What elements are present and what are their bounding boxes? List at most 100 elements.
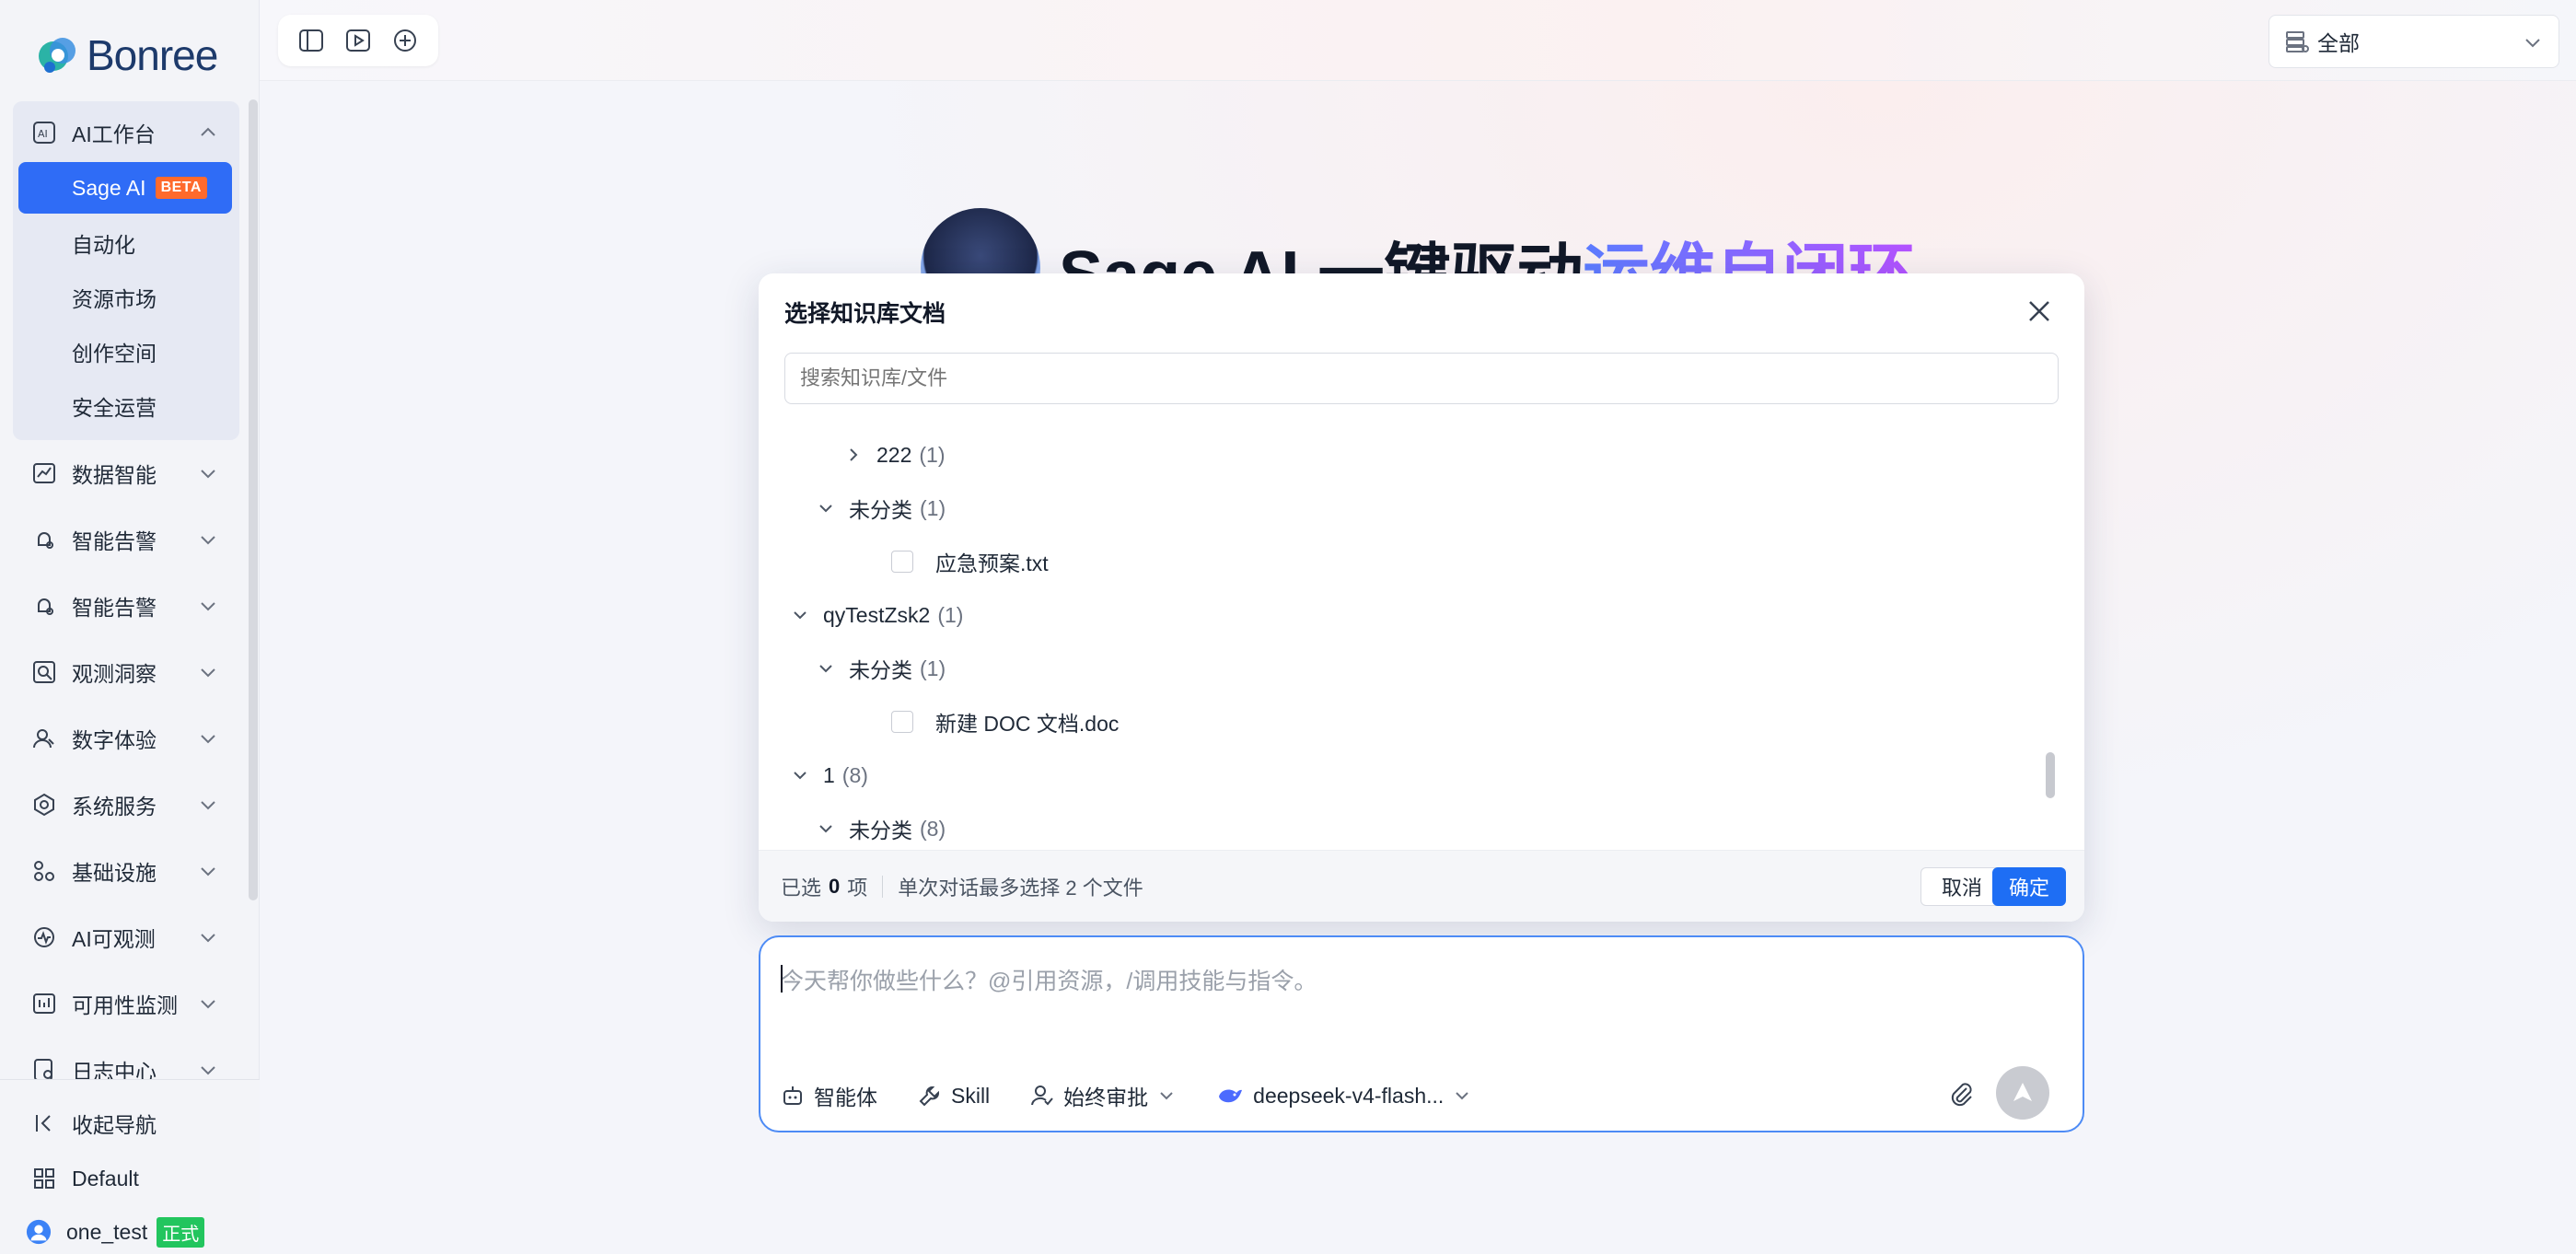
skill-label: Skill (951, 1083, 991, 1108)
chevron-down-icon (201, 1066, 215, 1075)
scope-select[interactable]: 全部 (2269, 15, 2559, 68)
tree-file[interactable]: 应急预案.txt (891, 539, 1049, 585)
tree-node-label: 1 (823, 762, 835, 787)
chevron-down-icon[interactable] (816, 658, 836, 679)
sidebar-item-sage-ai[interactable]: Sage AI BETA (18, 162, 232, 214)
selected-suffix: 项 (847, 876, 868, 900)
tree-scrollbar[interactable] (2046, 752, 2055, 798)
monitor-icon (31, 991, 57, 1016)
user-status-badge: 正式 (157, 1216, 205, 1248)
model-select[interactable]: deepseek-v4-flash... (1216, 1084, 1471, 1109)
nav-group-observability[interactable]: 观测洞察 (13, 646, 239, 698)
chevron-down-icon[interactable] (790, 765, 810, 785)
tree-node[interactable]: 1 (8) (790, 752, 868, 798)
nav-group-log-center[interactable]: 日志中心 (13, 1044, 239, 1079)
sidebar-item-label: 创作空间 (72, 342, 157, 366)
nav-group-label: AI工作台 (72, 122, 156, 146)
agent-label: 智能体 (814, 1086, 877, 1109)
tree-file[interactable]: 新建 DOC 文档.doc (891, 699, 1119, 745)
tree-node[interactable]: 未分类 (1) (816, 485, 946, 531)
avatar (26, 1219, 52, 1245)
send-arrow-icon (2013, 1083, 2032, 1101)
alert-bell-icon (31, 527, 57, 552)
close-icon[interactable] (2025, 297, 2053, 325)
play-video-icon[interactable] (342, 25, 374, 56)
new-chat-icon[interactable] (389, 25, 421, 56)
nav-group-ai-observability[interactable]: AI可观测 (13, 911, 239, 963)
model-label: deepseek-v4-flash... (1253, 1083, 1445, 1108)
chevron-right-icon[interactable] (843, 445, 864, 465)
sidebar-item-label: 自动化 (72, 233, 135, 257)
sidebar-item-creative-space[interactable]: 创作空间 (18, 326, 232, 377)
tree-node[interactable]: 未分类 (8) (816, 806, 946, 850)
cancel-button[interactable]: 取消 (1920, 867, 2003, 906)
nav-group-infrastructure[interactable]: 基础设施 (13, 845, 239, 897)
tree-node[interactable]: qyTestZsk2 (1) (790, 592, 963, 638)
chevron-down-icon (201, 470, 215, 479)
chevron-down-icon[interactable] (816, 498, 836, 518)
file-checkbox[interactable] (891, 711, 913, 733)
chevron-down-icon (201, 668, 215, 678)
nav-group-smart-alert[interactable]: 智能告警 (13, 514, 239, 565)
collapse-nav-button[interactable]: 收起导航 (31, 1100, 157, 1146)
tree-node[interactable]: 222 (1) (843, 432, 946, 478)
tree-node-count: (8) (920, 816, 946, 841)
nav-menu: AI AI工作台 Sage AI BETA 自动化 资源市场 创作空间 安全运营… (0, 94, 260, 1079)
approval-select[interactable]: 始终审批 (1030, 1080, 1176, 1111)
chevron-down-icon[interactable] (790, 605, 810, 625)
chevron-down-icon (201, 1000, 215, 1009)
user-profile[interactable]: one_test 正式 (26, 1209, 205, 1254)
agent-button[interactable]: 智能体 (781, 1080, 877, 1111)
brand-logo[interactable]: Bonree (33, 28, 218, 83)
top-bar: 全部 (260, 0, 2576, 81)
toggle-sidebar-icon[interactable] (296, 25, 327, 56)
nav-group-label: 智能告警 (72, 596, 157, 620)
tree-node-label: 未分类 (849, 498, 912, 522)
nav-scrollbar[interactable] (249, 99, 258, 900)
nav-group-label: 可用性监测 (72, 993, 178, 1017)
chevron-down-icon[interactable] (816, 819, 836, 839)
top-toolbar (278, 15, 438, 66)
log-file-icon (31, 1057, 57, 1079)
tree-node-count: (1) (919, 442, 946, 467)
workspace-label: Default (72, 1166, 139, 1190)
nav-group-digital-experience[interactable]: 数字体验 (13, 713, 239, 764)
user-experience-icon (31, 726, 57, 751)
nav-group-availability[interactable]: 可用性监测 (13, 978, 239, 1029)
chevron-down-icon (201, 602, 215, 611)
user-name: one_test (66, 1219, 148, 1244)
sidebar-item-resource-market[interactable]: 资源市场 (18, 272, 232, 323)
footer-divider (882, 875, 884, 898)
tree-node-count: (8) (841, 762, 868, 787)
workspace-switcher[interactable]: Default (31, 1155, 139, 1202)
paperclip-icon[interactable] (1946, 1079, 1978, 1110)
collapse-left-icon (31, 1110, 57, 1136)
tree-node[interactable]: 未分类 (1) (816, 645, 946, 691)
tree-node-label: 未分类 (849, 819, 912, 842)
chevron-down-icon (201, 934, 215, 943)
nav-group-system-services[interactable]: 系统服务 (13, 779, 239, 830)
database-icon (2286, 31, 2309, 52)
nav-group-data-intelligence[interactable]: 数据智能 (13, 447, 239, 499)
nav-group-label: 智能告警 (72, 529, 157, 553)
ai-workbench-icon: AI (31, 120, 57, 145)
selected-count: 0 (829, 874, 841, 898)
chat-input-box[interactable]: 今天帮你做些什么？@引用资源，/调用技能与指令。 智能体 Skill 始终审批 … (759, 935, 2084, 1132)
nav-group-ai-workbench[interactable]: AI AI工作台 (13, 107, 239, 158)
tree-file-label: 应急预案.txt (935, 552, 1049, 575)
chat-toolbar: 智能体 Skill 始终审批 deepseek-v4-flash... (781, 1077, 1471, 1114)
send-button[interactable] (1996, 1066, 2049, 1120)
sidebar-item-automation[interactable]: 自动化 (18, 217, 232, 269)
sidebar-item-label: Sage AI (72, 175, 146, 200)
skill-button[interactable]: Skill (918, 1084, 990, 1109)
tree-node-count: (1) (920, 656, 946, 680)
alert-bell-icon (31, 593, 57, 619)
search-input[interactable] (784, 353, 2059, 404)
nav-group-smart-alert-2[interactable]: 智能告警 (13, 580, 239, 632)
tree-node-count: (1) (920, 495, 946, 520)
approval-label: 始终审批 (1063, 1086, 1149, 1109)
sidebar-item-security-ops[interactable]: 安全运营 (18, 380, 232, 432)
confirm-button[interactable]: 确定 (1991, 867, 2066, 906)
file-checkbox[interactable] (891, 551, 913, 573)
nav-group-label: 日志中心 (72, 1060, 157, 1079)
